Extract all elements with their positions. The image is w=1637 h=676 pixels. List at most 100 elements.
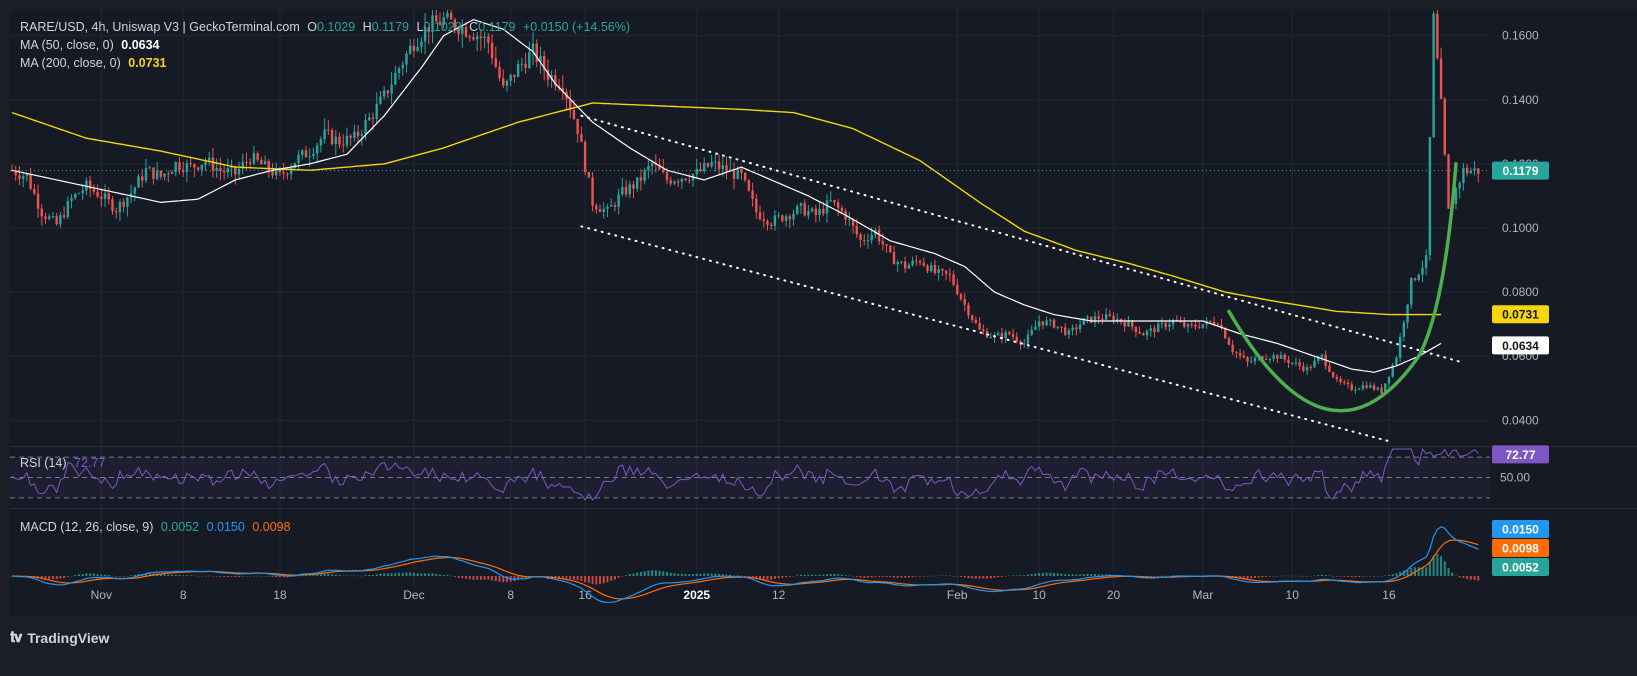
close-label: C — [469, 20, 479, 34]
candle-body — [714, 161, 717, 163]
macd-value-label: 0.0150 — [1492, 520, 1549, 538]
macd-histogram-bar — [647, 570, 650, 576]
candle-body — [29, 174, 32, 189]
macd-histogram-bar — [77, 574, 80, 576]
candle-body — [468, 36, 471, 38]
candle-body — [1030, 329, 1033, 335]
macd-histogram-bar — [405, 572, 408, 576]
ma50-legend[interactable]: MA (50, close, 0) 0.0634 — [20, 38, 164, 52]
candle-body — [100, 196, 103, 199]
tradingview-brand[interactable]: 𝐭𝐯 TradingView — [10, 629, 109, 646]
macd-histogram-bar — [275, 576, 278, 578]
macd-histogram-bar — [1053, 572, 1056, 576]
candle-body — [1235, 352, 1238, 354]
candle-body — [1093, 316, 1097, 323]
rounded-bottom-pattern — [1227, 162, 1458, 413]
macd-histogram-bar — [866, 576, 869, 578]
macd-histogram-bar — [211, 576, 214, 577]
candle-body — [1279, 354, 1283, 359]
macd-histogram-bar — [208, 575, 211, 577]
macd-histogram-bar — [89, 573, 92, 576]
candle-body — [420, 41, 423, 47]
candle-body — [293, 162, 297, 169]
candle-body — [688, 180, 691, 182]
candle-body — [941, 268, 944, 271]
macd-histogram-bar — [1436, 553, 1439, 576]
candle-body — [163, 173, 166, 177]
macd-histogram-bar — [96, 574, 99, 576]
candle-body — [855, 225, 858, 235]
macd-legend[interactable]: MACD (12, 26, close, 9) 0.0052 0.0150 0.… — [20, 520, 295, 534]
macd-histogram-bar — [1328, 575, 1331, 576]
macd-histogram-bar — [651, 570, 654, 576]
macd-histogram-bar — [1380, 575, 1383, 577]
ma200-label: MA (200, close, 0) — [20, 56, 121, 70]
candle-body — [1056, 326, 1059, 328]
macd-histogram-bar — [126, 575, 129, 577]
candle-body — [1071, 327, 1074, 331]
candle-body — [405, 53, 408, 65]
macd-histogram-bar — [669, 572, 672, 576]
macd-value-label: 0.0098 — [1492, 539, 1549, 557]
macd-histogram-bar — [1443, 561, 1446, 576]
macd-histogram-bar — [982, 576, 985, 579]
macd-histogram-bar — [92, 573, 95, 576]
macd-histogram-bar — [829, 573, 832, 576]
last-price-label: 0.1179 — [1492, 161, 1549, 180]
candle-body — [375, 103, 378, 119]
macd-histogram-bar — [1298, 575, 1301, 577]
candle-body — [502, 78, 505, 86]
candles — [10, 10, 1480, 396]
candle-body — [144, 168, 148, 181]
macd-histogram-bar — [826, 574, 829, 576]
rsi-legend[interactable]: RSI (14) 72.77 — [20, 456, 109, 470]
candle-body — [115, 211, 118, 213]
candle-body — [721, 165, 725, 170]
candle-body — [204, 161, 207, 165]
candle-body — [1075, 327, 1078, 330]
candle-body — [885, 244, 888, 246]
macd-histogram-bar — [465, 576, 468, 579]
macd-histogram-bar — [628, 574, 631, 576]
candle-body — [260, 159, 263, 165]
candle-body — [524, 63, 527, 68]
macd-histogram-bar — [431, 573, 434, 576]
macd-histogram-bar — [435, 573, 438, 576]
macd-histogram-bar — [442, 574, 445, 576]
macd-histogram-bar — [1049, 572, 1052, 576]
macd-histogram-bar — [200, 575, 203, 577]
ma200-legend[interactable]: MA (200, close, 0) 0.0731 — [20, 56, 170, 70]
macd-histogram-bar — [1276, 576, 1279, 577]
candle-body — [1231, 344, 1234, 353]
macd-histogram-bar — [971, 576, 974, 579]
candle-body — [1112, 315, 1115, 321]
candle-body — [602, 208, 605, 213]
macd-histogram-bar — [576, 576, 579, 581]
macd-histogram-bar — [100, 574, 103, 576]
macd-histogram-bar — [1358, 576, 1361, 577]
macd-histogram-bar — [1294, 575, 1297, 577]
candle-body — [364, 120, 367, 135]
macd-histogram-bar — [617, 576, 620, 578]
macd-histogram-bar — [226, 576, 229, 577]
candle-body — [1157, 323, 1160, 333]
candle-body — [472, 37, 475, 40]
macd-histogram-bar — [922, 576, 925, 577]
macd-histogram-bar — [1335, 576, 1338, 577]
candle-body — [1127, 320, 1130, 327]
macd-histogram-bar — [312, 575, 315, 576]
candle-body — [18, 175, 21, 180]
macd-histogram-bar — [569, 576, 572, 580]
candle-body — [25, 174, 29, 177]
macd-histogram-bar — [1242, 576, 1245, 579]
macd-histogram-bar — [874, 576, 877, 577]
macd-histogram-bar — [788, 576, 791, 577]
candle-body — [397, 68, 401, 74]
macd-histogram-bar — [63, 576, 66, 578]
candle-body — [1250, 361, 1253, 363]
macd-histogram-bar — [1023, 575, 1026, 576]
macd-histogram-bar — [398, 572, 401, 576]
candle-body — [1086, 316, 1089, 319]
macd-histogram-bar — [684, 573, 687, 576]
macd-histogram-bar — [1041, 572, 1044, 576]
